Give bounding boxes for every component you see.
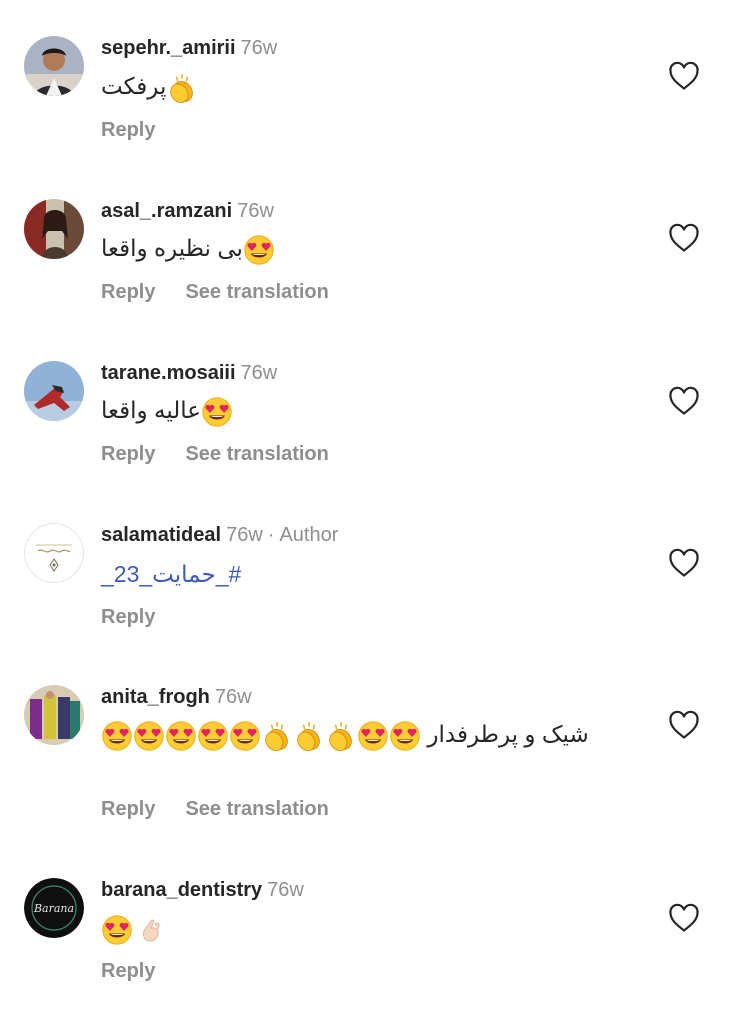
heart-eyes-emoji-icon: [101, 720, 133, 752]
reply-button[interactable]: Reply: [101, 606, 155, 628]
avatar[interactable]: [24, 523, 84, 583]
username[interactable]: sepehr._amirii: [101, 37, 236, 59]
heart-outline-icon[interactable]: [668, 386, 700, 416]
comment-header: barana_dentistry 76w: [101, 878, 304, 902]
heart-eyes-emoji-icon: [243, 234, 275, 266]
clapping-hands-icon: [325, 720, 357, 752]
reply-button[interactable]: Reply: [101, 281, 155, 303]
reply-button[interactable]: Reply: [101, 960, 155, 982]
timestamp: 76w: [267, 879, 304, 901]
heart-eyes-emoji-icon: [133, 720, 165, 752]
reply-button[interactable]: Reply: [101, 798, 155, 820]
heart-outline-icon[interactable]: [668, 710, 700, 740]
comment-actions: Reply See translation: [101, 280, 329, 304]
avatar[interactable]: [24, 361, 84, 421]
heart-outline-icon[interactable]: [668, 903, 700, 933]
reply-button[interactable]: Reply: [101, 443, 155, 465]
reply-button[interactable]: Reply: [101, 119, 155, 141]
separator-dot: ·: [267, 524, 275, 546]
avatar-logo-text: Barana: [33, 902, 74, 915]
heart-eyes-emoji-icon: [201, 396, 233, 428]
username[interactable]: asal_.ramzani: [101, 200, 232, 222]
heart-outline-icon[interactable]: [668, 223, 700, 253]
comment-text: شیک و پرطرفدار: [101, 716, 621, 752]
timestamp: 76w: [214, 686, 252, 708]
comment-text: [101, 910, 167, 946]
comment-actions: Reply See translation: [101, 797, 329, 821]
username[interactable]: anita_frogh: [101, 686, 210, 708]
comment-actions: Reply: [101, 605, 155, 629]
heart-eyes-emoji-icon: [101, 914, 133, 946]
hashtag-link[interactable]: #_حمایت_23_: [101, 561, 241, 587]
comment-body: پرفکت: [101, 73, 167, 99]
timestamp: 76w: [237, 200, 274, 222]
comment-text: عالیه واقعا: [101, 392, 233, 428]
comment-actions: Reply See translation: [101, 442, 329, 466]
comment-actions: Reply: [101, 959, 155, 983]
avatar[interactable]: Barana: [24, 878, 84, 938]
comment-header: tarane.mosaiii 76w: [101, 361, 277, 385]
see-translation-link[interactable]: See translation: [185, 798, 328, 820]
username[interactable]: barana_dentistry: [101, 879, 262, 901]
clapping-hands-icon: [261, 720, 293, 752]
heart-outline-icon[interactable]: [668, 61, 700, 91]
username[interactable]: tarane.mosaiii: [101, 362, 236, 384]
heart-eyes-emoji-icon: [389, 720, 421, 752]
avatar[interactable]: [24, 685, 84, 745]
pinching-hand-icon: [135, 914, 167, 946]
comment-body: بی نظیره واقعا: [101, 235, 243, 261]
comment-body: عالیه واقعا: [101, 397, 201, 423]
timestamp: 76w: [240, 37, 278, 59]
avatar[interactable]: [24, 36, 84, 96]
see-translation-link[interactable]: See translation: [185, 443, 328, 465]
comment-text: پرفکت: [101, 68, 198, 104]
comment-body: شیک و پرطرفدار: [427, 721, 589, 747]
clapping-hands-icon: [166, 72, 198, 104]
timestamp: 76w: [226, 524, 263, 546]
see-translation-link[interactable]: See translation: [185, 281, 328, 303]
heart-eyes-emoji-icon: [229, 720, 261, 752]
heart-eyes-emoji-icon: [165, 720, 197, 752]
heart-eyes-emoji-icon: [357, 720, 389, 752]
comment-actions: Reply: [101, 118, 155, 142]
comment-text: #_حمایت_23_: [101, 556, 241, 592]
avatar[interactable]: [24, 199, 84, 259]
username[interactable]: salamatideal: [101, 524, 221, 546]
timestamp: 76w: [240, 362, 278, 384]
comment-header: sepehr._amirii 76w: [101, 36, 277, 60]
comment-header: salamatideal 76w · Author: [101, 523, 338, 547]
clapping-hands-icon: [293, 720, 325, 752]
comment-header: anita_frogh 76w: [101, 685, 252, 709]
heart-eyes-emoji-icon: [197, 720, 229, 752]
comment-header: asal_.ramzani 76w: [101, 199, 274, 223]
comment-text: بی نظیره واقعا: [101, 230, 275, 266]
author-badge: Author: [279, 524, 339, 546]
heart-outline-icon[interactable]: [668, 548, 700, 578]
